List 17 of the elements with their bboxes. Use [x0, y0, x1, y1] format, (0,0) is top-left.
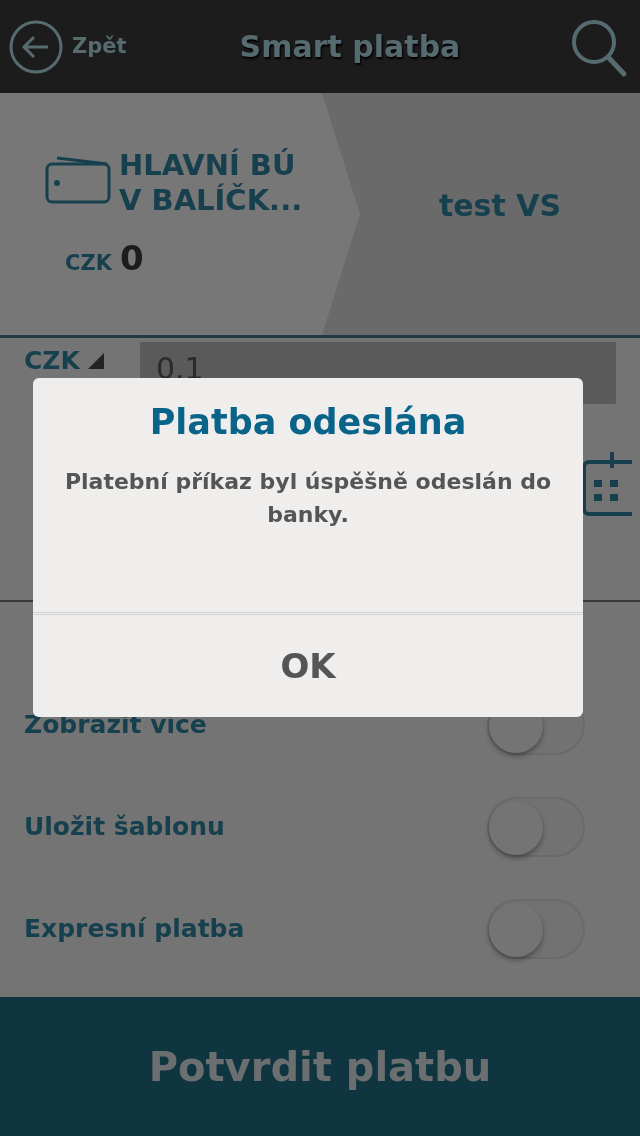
screen-title: Smart platba — [238, 28, 462, 66]
balance-value: 0 — [119, 237, 144, 280]
toggle-label: Uložit šablonu — [24, 811, 225, 844]
account-name: HLAVNÍ BÚ V BALÍČK... — [119, 148, 303, 218]
currency-dropdown[interactable]: CZK — [24, 342, 124, 380]
back-link[interactable]: Zpět — [72, 30, 127, 63]
dialog-message: Platební příkaz byl úspěšně odeslán do banky. — [63, 467, 553, 529]
confirm-button[interactable]: Potvrdit platbu — [0, 997, 640, 1136]
toggle-label: Expresní platba — [24, 913, 245, 946]
dialog-title: Platba odeslána — [148, 401, 468, 444]
toggle-switch[interactable] — [487, 899, 585, 959]
account-panel[interactable] — [0, 93, 360, 335]
recipient-name[interactable]: test VS — [360, 183, 640, 228]
caret-icon — [87, 352, 104, 369]
currency-label: CZK — [65, 250, 112, 277]
search-icon[interactable] — [570, 18, 628, 78]
toggle-switch[interactable] — [487, 797, 585, 857]
